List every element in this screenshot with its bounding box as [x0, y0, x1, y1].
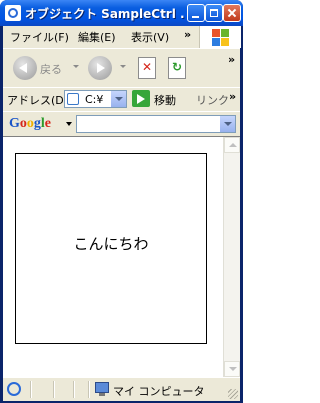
stop-button[interactable]: ✕	[138, 57, 156, 79]
back-dropdown-icon[interactable]	[73, 65, 79, 68]
my-computer-icon	[95, 382, 109, 393]
address-dropdown-button[interactable]	[111, 91, 126, 107]
page-content: こんにちわ	[3, 136, 240, 377]
window-frame: ファイル(F) 編集(E) 表示(V) » 戻る ✕ ↻ » アドレス(D) C…	[3, 26, 241, 401]
greeting-text: こんにちわ	[73, 235, 149, 253]
status-page-icon	[7, 382, 21, 396]
menu-bar: ファイル(F) 編集(E) 表示(V) »	[3, 26, 241, 48]
security-zone-label: マイ コンピュータ	[113, 385, 205, 398]
back-label[interactable]: 戻る	[40, 61, 62, 77]
vertical-scrollbar[interactable]	[223, 137, 240, 377]
back-button[interactable]	[13, 56, 37, 80]
google-menu-dropdown-icon[interactable]	[66, 122, 72, 126]
google-toolbar: Google	[3, 111, 240, 137]
address-overflow-chevron-icon[interactable]: »	[229, 90, 236, 103]
status-bar: マイ コンピュータ	[3, 377, 240, 401]
activex-control-box[interactable]: こんにちわ	[15, 153, 207, 344]
go-button[interactable]: 移動	[154, 92, 176, 108]
browser-window: オブジェクト SampleCtrl ... ファイル(F) 編集(E) 表示(V…	[0, 0, 243, 403]
google-search-dropdown-button[interactable]	[220, 116, 235, 132]
menu-overflow-chevron-icon[interactable]: »	[184, 28, 191, 41]
links-button[interactable]: リンク	[196, 92, 229, 108]
maximize-button[interactable]	[205, 4, 223, 22]
refresh-button[interactable]: ↻	[168, 57, 186, 79]
toolbar-overflow-chevron-icon[interactable]: »	[228, 53, 235, 66]
windows-logo-icon	[199, 26, 241, 48]
navigation-toolbar: 戻る ✕ ↻ »	[3, 48, 240, 88]
forward-dropdown-icon[interactable]	[120, 65, 126, 68]
address-label: アドレス(D)	[7, 94, 69, 107]
title-bar[interactable]: オブジェクト SampleCtrl ...	[0, 0, 243, 26]
address-value: C:¥	[85, 93, 104, 106]
refresh-icon: ↻	[171, 60, 183, 74]
scroll-up-icon[interactable]	[224, 137, 240, 153]
address-input[interactable]: C:¥	[64, 90, 127, 108]
scroll-down-icon[interactable]	[224, 361, 240, 377]
forward-button[interactable]	[88, 56, 112, 80]
minimize-button[interactable]	[187, 4, 205, 22]
google-search-input[interactable]	[76, 115, 236, 133]
go-arrow-icon[interactable]	[132, 90, 150, 107]
ie-icon	[5, 5, 21, 21]
close-button[interactable]	[223, 4, 241, 22]
menu-view[interactable]: 表示(V)	[131, 29, 169, 45]
page-icon	[67, 93, 79, 105]
resize-grip-icon[interactable]	[228, 389, 238, 399]
menu-edit[interactable]: 編集(E)	[78, 29, 116, 45]
window-title: オブジェクト SampleCtrl ...	[25, 7, 185, 21]
menu-file[interactable]: ファイル(F)	[10, 29, 69, 45]
address-bar: アドレス(D) C:¥ 移動 リンク »	[3, 87, 240, 112]
google-logo[interactable]: Google	[9, 116, 51, 132]
stop-icon: ✕	[141, 60, 153, 74]
